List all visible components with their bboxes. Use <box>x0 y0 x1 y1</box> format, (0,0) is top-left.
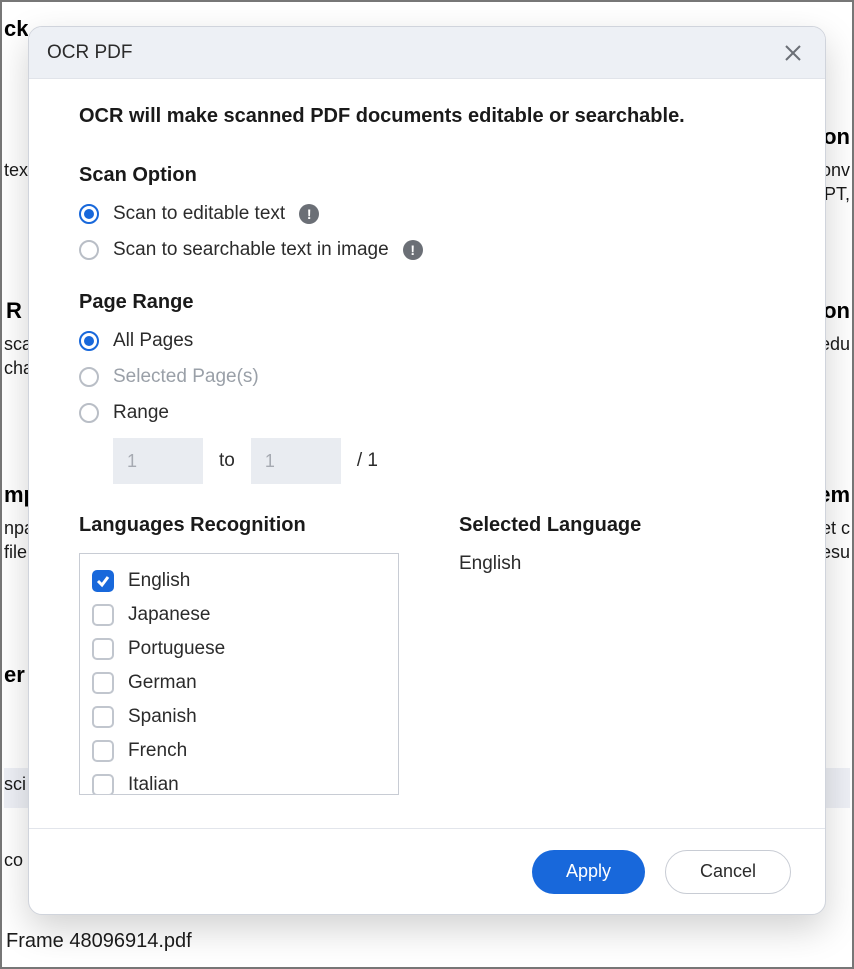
scan-editable-label: Scan to editable text <box>113 203 285 225</box>
lang-label: French <box>128 740 187 762</box>
languages-listbox[interactable]: English Japanese Portuguese German <box>79 553 399 795</box>
scan-searchable-row[interactable]: Scan to searchable text in image ! <box>79 239 775 261</box>
radio-unchecked-icon <box>79 240 99 260</box>
lang-label: Spanish <box>128 706 197 728</box>
page-all-label: All Pages <box>113 330 193 352</box>
page-selected-label: Selected Page(s) <box>113 366 259 388</box>
range-to-input[interactable] <box>251 438 341 484</box>
checkbox-unchecked-icon <box>92 604 114 626</box>
scan-option-heading: Scan Option <box>79 164 775 187</box>
apply-button[interactable]: Apply <box>532 850 645 894</box>
lang-item-english[interactable]: English <box>88 564 390 598</box>
checkbox-unchecked-icon <box>92 706 114 728</box>
range-from-input[interactable] <box>113 438 203 484</box>
page-range-heading: Page Range <box>79 291 775 314</box>
lang-item-german[interactable]: German <box>88 666 390 700</box>
bg-frag: R <box>6 298 22 324</box>
lang-item-italian[interactable]: Italian <box>88 768 390 795</box>
lang-item-portuguese[interactable]: Portuguese <box>88 632 390 666</box>
page-all-row[interactable]: All Pages <box>79 330 775 352</box>
bg-frag: er <box>4 662 25 688</box>
checkbox-unchecked-icon <box>92 672 114 694</box>
cancel-button[interactable]: Cancel <box>665 850 791 894</box>
ocr-dialog: OCR PDF OCR will make scanned PDF docume… <box>28 26 826 915</box>
radio-checked-icon <box>79 331 99 351</box>
bg-frag: ck <box>4 16 28 42</box>
radio-unchecked-icon <box>79 367 99 387</box>
checkbox-unchecked-icon <box>92 740 114 762</box>
lang-item-spanish[interactable]: Spanish <box>88 700 390 734</box>
current-file-label: Frame 48096914.pdf <box>6 930 192 953</box>
scan-editable-row[interactable]: Scan to editable text ! <box>79 203 775 225</box>
checkbox-unchecked-icon <box>92 774 114 795</box>
lang-label: English <box>128 570 190 592</box>
languages-section: Languages Recognition English Japanese <box>79 514 775 795</box>
checkbox-checked-icon <box>92 570 114 592</box>
bg-frag: co <box>4 850 23 871</box>
bg-frag: tex <box>4 160 28 181</box>
dialog-body: OCR will make scanned PDF documents edit… <box>29 79 825 828</box>
selected-language-value: English <box>459 553 775 575</box>
dialog-intro: OCR will make scanned PDF documents edit… <box>79 105 775 128</box>
lang-label: German <box>128 672 197 694</box>
range-to-label: to <box>219 450 235 472</box>
lang-label: Japanese <box>128 604 210 626</box>
dialog-header: OCR PDF <box>29 27 825 79</box>
app-viewport: ck Con tex onv PT, R Con sca cha edu mp … <box>0 0 854 969</box>
lang-item-french[interactable]: French <box>88 734 390 768</box>
bg-frag: sci <box>4 774 26 795</box>
page-range-row[interactable]: Range <box>79 402 775 424</box>
info-icon[interactable]: ! <box>299 204 319 224</box>
dialog-title: OCR PDF <box>47 42 133 64</box>
languages-heading: Languages Recognition <box>79 514 399 537</box>
page-selected-row: Selected Page(s) <box>79 366 775 388</box>
range-inputs: to / 1 <box>113 438 775 484</box>
bg-frag: PT, <box>824 184 850 205</box>
lang-label: Italian <box>128 774 179 795</box>
bg-frag: file <box>4 542 27 563</box>
info-icon[interactable]: ! <box>403 240 423 260</box>
dialog-footer: Apply Cancel <box>29 828 825 914</box>
checkbox-unchecked-icon <box>92 638 114 660</box>
lang-item-japanese[interactable]: Japanese <box>88 598 390 632</box>
selected-language-heading: Selected Language <box>459 514 775 537</box>
lang-label: Portuguese <box>128 638 225 660</box>
radio-unchecked-icon <box>79 403 99 423</box>
close-icon <box>784 44 802 62</box>
page-range-label: Range <box>113 402 169 424</box>
radio-checked-icon <box>79 204 99 224</box>
range-total: / 1 <box>357 450 378 472</box>
scan-option-section: Scan Option Scan to editable text ! Scan… <box>79 164 775 261</box>
scan-searchable-label: Scan to searchable text in image <box>113 239 389 261</box>
close-button[interactable] <box>779 39 807 67</box>
page-range-section: Page Range All Pages Selected Page(s) Ra… <box>79 291 775 484</box>
